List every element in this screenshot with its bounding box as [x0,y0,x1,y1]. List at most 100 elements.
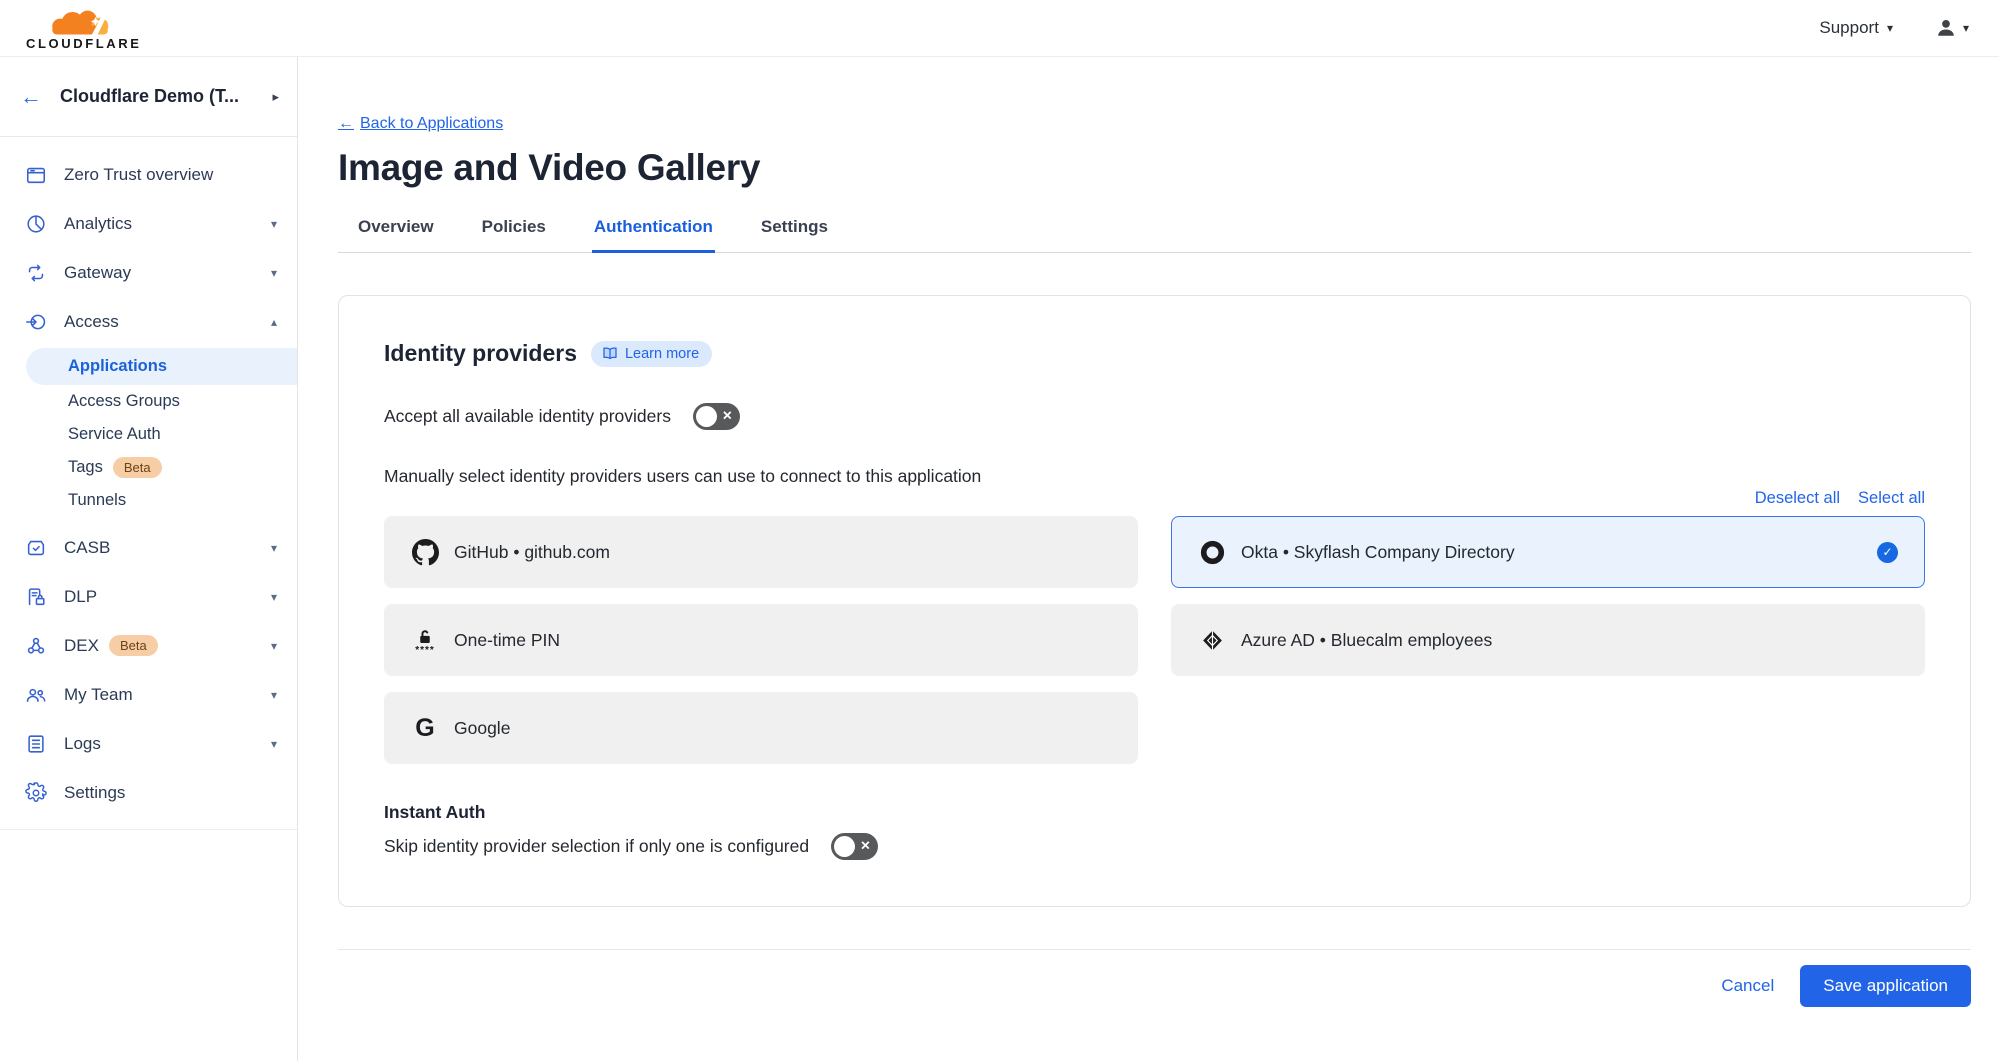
sidebar-item-settings[interactable]: Settings [0,768,297,817]
tab-policies[interactable]: Policies [480,207,548,253]
sidebar: ← Cloudflare Demo (T... ▸ Zero Trust ove… [0,57,298,1061]
learn-more-badge[interactable]: Learn more [591,341,712,367]
accept-all-label: Accept all available identity providers [384,406,671,427]
instant-auth-title: Instant Auth [384,802,1925,823]
sidebar-item-label: Analytics [64,214,132,234]
access-subnav: Applications Access Groups Service Auth … [0,348,297,517]
sidebar-item-zero-trust-overview[interactable]: Zero Trust overview [0,150,297,199]
select-all-link[interactable]: Select all [1858,489,1925,508]
sidebar-nav: Zero Trust overview Analytics ▾ Gateway [0,137,297,830]
document-lock-icon [24,585,48,609]
chevron-down-icon[interactable]: ▾ [271,217,277,231]
sub-item-label: Applications [68,357,167,376]
sidebar-item-tunnels[interactable]: Tunnels [0,484,297,517]
chevron-down-icon[interactable]: ▾ [271,688,277,702]
toggle-off-x-icon: × [723,408,732,424]
sidebar-item-my-team[interactable]: My Team ▾ [0,670,297,719]
network-cluster-icon [24,634,48,658]
back-link-label: Back to Applications [360,115,503,133]
cloudflare-logo: CLOUDFLARE [26,8,142,50]
sidebar-item-label: Zero Trust overview [64,165,213,185]
provider-card-azure-ad[interactable]: Azure AD • Bluecalm employees [1171,604,1925,676]
support-menu[interactable]: Support ▾ [1819,18,1893,38]
chevron-down-icon[interactable]: ▾ [271,590,277,604]
gateway-icon [24,261,48,285]
provider-name: GitHub • github.com [454,542,610,563]
sidebar-item-gateway[interactable]: Gateway ▾ [0,248,297,297]
card-title: Identity providers [384,340,577,367]
sidebar-item-logs[interactable]: Logs ▾ [0,719,297,768]
tab-settings[interactable]: Settings [759,207,830,253]
back-to-applications-link[interactable]: ← Back to Applications [338,115,503,133]
main-content: ← Back to Applications Image and Video G… [298,57,1999,1061]
provider-card-github[interactable]: GitHub • github.com [384,516,1138,588]
chevron-down-icon[interactable]: ▾ [271,737,277,751]
instant-auth-toggle[interactable]: × [831,833,878,860]
gear-icon [24,781,48,805]
people-icon [24,683,48,707]
sidebar-item-casb[interactable]: CASB ▾ [0,523,297,572]
cancel-button[interactable]: Cancel [1721,976,1774,996]
save-application-button[interactable]: Save application [1800,965,1971,1007]
manual-select-label: Manually select identity providers users… [384,466,1925,487]
chevron-up-icon[interactable]: ▴ [271,315,277,329]
sidebar-item-access-groups[interactable]: Access Groups [0,385,297,418]
selected-check-icon: ✓ [1877,542,1898,563]
back-arrow-icon[interactable]: ← [20,86,42,108]
sidebar-item-label: CASB [64,538,110,558]
back-arrow-icon: ← [338,115,354,133]
provider-name: One-time PIN [454,630,560,651]
sidebar-item-dlp[interactable]: DLP ▾ [0,572,297,621]
user-icon [1935,17,1957,39]
sidebar-item-service-auth[interactable]: Service Auth [0,418,297,451]
pin-asterisks: **** [415,648,435,653]
footer-actions: Cancel Save application [338,965,1971,1007]
sidebar-item-label: Settings [64,783,125,803]
top-bar: CLOUDFLARE Support ▾ ▾ [0,0,1999,57]
footer-divider [338,949,1971,950]
provider-card-okta[interactable]: Okta • Skyflash Company Directory ✓ [1171,516,1925,588]
provider-card-google[interactable]: G Google [384,692,1138,764]
support-label: Support [1819,18,1879,38]
sidebar-item-label: DLP [64,587,97,607]
chevron-down-icon[interactable]: ▾ [271,639,277,653]
account-name[interactable]: Cloudflare Demo (T... [60,86,239,107]
account-switcher: ← Cloudflare Demo (T... ▸ [0,57,297,137]
sidebar-item-applications[interactable]: Applications [26,348,297,385]
instant-auth-label: Skip identity provider selection if only… [384,836,809,857]
google-icon: G [411,716,439,741]
tab-bar: Overview Policies Authentication Setting… [338,207,1971,253]
tab-authentication[interactable]: Authentication [592,207,715,253]
okta-icon [1198,539,1226,566]
sidebar-item-label: Logs [64,734,101,754]
toggle-knob [834,836,855,857]
sidebar-item-dex[interactable]: DEX Beta ▾ [0,621,297,670]
user-menu[interactable]: ▾ [1935,17,1969,39]
casb-box-check-icon [24,536,48,560]
beta-badge: Beta [109,635,158,656]
sidebar-item-analytics[interactable]: Analytics ▾ [0,199,297,248]
sub-item-label: Tunnels [68,491,126,510]
deselect-all-link[interactable]: Deselect all [1755,489,1840,508]
chevron-down-icon: ▾ [1887,21,1893,35]
beta-badge: Beta [113,457,162,478]
toggle-off-x-icon: × [861,838,870,854]
tab-overview[interactable]: Overview [356,207,436,253]
sub-item-label: Access Groups [68,392,180,411]
provider-card-one-time-pin[interactable]: **** One-time PIN [384,604,1138,676]
browser-window-icon [24,163,48,187]
sidebar-item-label: DEX [64,636,99,656]
toggle-knob [696,406,717,427]
accept-all-toggle[interactable]: × [693,403,740,430]
sidebar-item-access[interactable]: Access ▴ [0,297,297,346]
provider-name: Google [454,718,510,739]
chevron-down-icon[interactable]: ▾ [271,266,277,280]
chevron-down-icon[interactable]: ▾ [271,541,277,555]
page-title: Image and Video Gallery [338,147,1971,189]
cloudflare-wordmark: CLOUDFLARE [26,37,142,50]
sidebar-item-tags[interactable]: Tags Beta [0,451,297,484]
provider-name: Okta • Skyflash Company Directory [1241,542,1515,563]
pie-chart-icon [24,212,48,236]
cloudflare-cloud-icon [38,8,130,38]
chevron-right-icon[interactable]: ▸ [272,89,279,105]
